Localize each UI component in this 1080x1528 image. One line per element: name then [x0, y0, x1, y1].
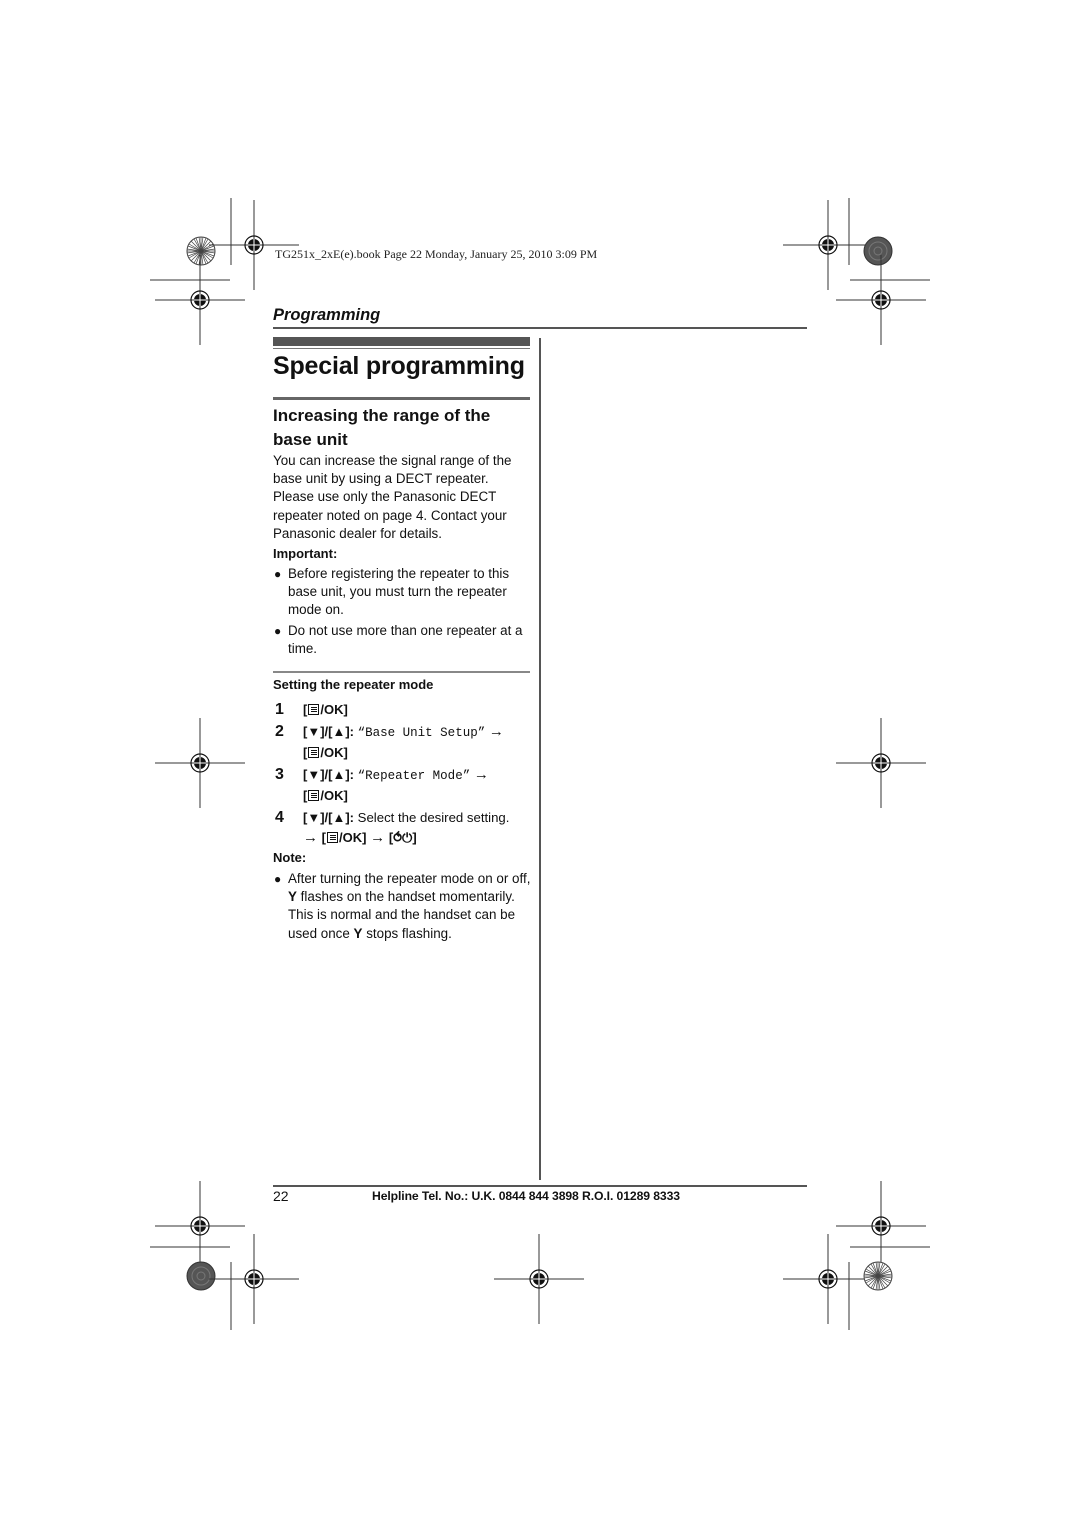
procedure-rule	[273, 671, 530, 673]
procedure-steps: 1 [/OK] 2 [▼]/[▲]: “Base Unit Setup” → […	[273, 700, 533, 850]
registration-cross-left-lower	[154, 1180, 246, 1272]
note-list: ● After turning the repeater mode on or …	[273, 870, 531, 945]
registration-cross-left-middle	[154, 717, 246, 809]
note-label: Note:	[273, 850, 307, 865]
step-text: Select the desired setting.	[357, 809, 510, 825]
antenna-icon: Υ	[353, 925, 363, 941]
section-title: Increasing the range of the base unit	[273, 406, 491, 449]
registration-cross-right-upper	[835, 254, 927, 346]
registration-cross-top-left	[208, 199, 300, 291]
off-power-key: [⥀⏻]	[388, 830, 417, 845]
color-bar-starburst-bottom-right	[863, 1261, 893, 1291]
registration-cross-right-middle	[835, 717, 927, 809]
menu-ok-key: [/OK]	[303, 702, 348, 717]
helpline-text: Helpline Tel. No.: U.K. 0844 844 3898 R.…	[372, 1189, 680, 1203]
menu-item-name: “Repeater Mode”	[357, 768, 471, 783]
title-bar-rule	[273, 348, 530, 349]
note-item: ● After turning the repeater mode on or …	[274, 871, 531, 941]
column-divider	[539, 338, 541, 1180]
important-item-text: Before registering the repeater to this …	[288, 566, 510, 618]
step-1: 1 [/OK]	[273, 700, 533, 721]
important-item: ● Do not use more than one repeater at a…	[273, 622, 531, 658]
color-bar-disc-top-right	[863, 236, 893, 266]
arrow-right-icon: →	[370, 829, 386, 846]
intro-paragraph: You can increase the signal range of the…	[273, 453, 512, 541]
menu-item-name: “Base Unit Setup”	[357, 725, 486, 740]
color-bar-disc-bottom-left	[186, 1261, 216, 1291]
registration-cross-bottom-center	[493, 1233, 585, 1325]
navigator-keys: [▼]/[▲]:	[303, 766, 354, 782]
step-2: 2 [▼]/[▲]: “Base Unit Setup” → [/OK]	[273, 722, 533, 764]
important-list: ● Before registering the repeater to thi…	[273, 565, 531, 660]
page-title: Special programming	[273, 352, 525, 380]
color-bar-starburst-top-left	[186, 236, 216, 266]
bullet-icon: ●	[274, 872, 282, 886]
running-head-rule	[273, 327, 807, 329]
menu-ok-key: [/OK]	[303, 788, 348, 803]
procedure-title: Setting the repeater mode	[273, 677, 434, 692]
step-number: 4	[275, 808, 284, 826]
step-3: 3 [▼]/[▲]: “Repeater Mode” → [/OK]	[273, 765, 533, 807]
navigator-keys: [▼]/[▲]:	[303, 723, 354, 739]
section-rule	[273, 397, 530, 400]
menu-ok-key: [/OK]	[303, 745, 348, 760]
registration-cross-left-upper	[154, 254, 246, 346]
arrow-right-icon: →	[303, 829, 318, 846]
important-item: ● Before registering the repeater to thi…	[273, 565, 531, 620]
step-4: 4 [▼]/[▲]: Select the desired setting. →…	[273, 808, 533, 849]
footer-rule	[273, 1185, 807, 1187]
registration-cross-right-lower	[835, 1180, 927, 1272]
step-number: 3	[275, 765, 284, 783]
arrow-right-icon: →	[473, 765, 489, 783]
menu-icon	[308, 704, 320, 715]
menu-icon	[308, 790, 320, 801]
antenna-icon: Υ	[288, 889, 297, 905]
print-header-file-info: TG251x_2xE(e).book Page 22 Monday, Janua…	[275, 247, 598, 261]
running-head: Programming	[273, 306, 381, 324]
menu-icon	[327, 832, 339, 843]
page-number: 22	[273, 1188, 289, 1204]
step-number: 2	[275, 722, 284, 740]
important-label: Important:	[273, 546, 338, 561]
step-number: 1	[275, 701, 284, 718]
important-item-text: Do not use more than one repeater at a t…	[288, 622, 523, 656]
registration-cross-top-right	[782, 199, 874, 291]
arrow-right-icon: →	[488, 722, 504, 740]
menu-ok-key: [/OK]	[321, 830, 367, 845]
title-bar	[273, 337, 530, 346]
off-power-icon: ⥀⏻	[393, 830, 413, 845]
bullet-icon: ●	[274, 567, 282, 581]
bullet-icon: ●	[274, 623, 282, 638]
navigator-keys: [▼]/[▲]:	[303, 809, 354, 825]
menu-icon	[308, 747, 320, 758]
